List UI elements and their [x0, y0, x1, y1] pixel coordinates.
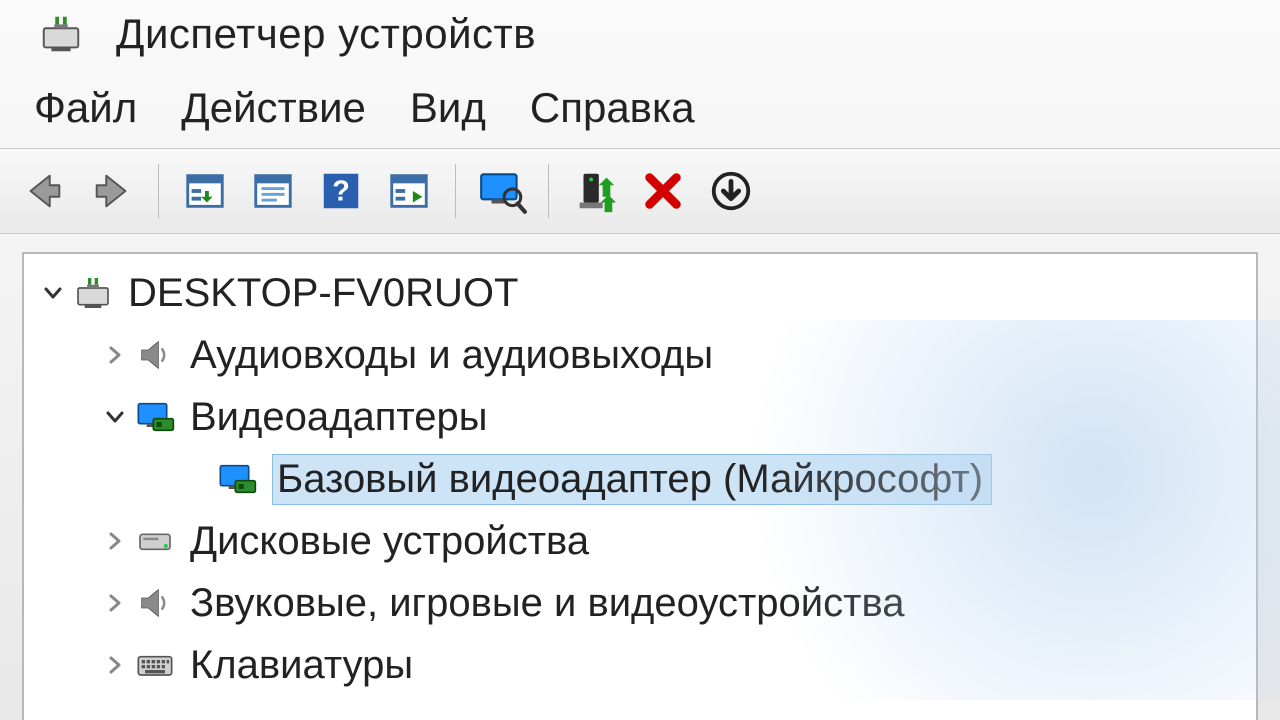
tree-item-label: Клавиатуры	[190, 641, 413, 690]
tree-root[interactable]: DESKTOP-FV0RUOT	[24, 262, 1256, 324]
window-list-icon	[182, 168, 228, 214]
tree-item-keyboards[interactable]: Клавиатуры	[24, 634, 1256, 696]
back-button[interactable]	[14, 161, 74, 221]
display-adapter-icon	[214, 456, 260, 502]
menu-file[interactable]: Файл	[34, 84, 137, 132]
chevron-right-icon[interactable]	[98, 586, 132, 620]
chevron-down-icon[interactable]	[98, 400, 132, 434]
speaker-icon	[132, 332, 178, 378]
toolbar-separator	[455, 164, 456, 218]
properties-icon	[250, 168, 296, 214]
toolbar-separator	[548, 164, 549, 218]
chevron-right-icon[interactable]	[98, 648, 132, 682]
speaker-icon	[132, 580, 178, 626]
device-up-arrow-icon	[572, 168, 618, 214]
tree-item-label: Звуковые, игровые и видеоустройства	[190, 579, 905, 628]
circle-down-arrow-icon	[708, 168, 754, 214]
menu-action[interactable]: Действие	[181, 84, 366, 132]
menu-bar: Файл Действие Вид Справка	[0, 66, 1280, 148]
computer-icon	[38, 11, 84, 57]
tree-item-label: Аудиовходы и аудиовыходы	[190, 331, 713, 380]
properties-button[interactable]	[243, 161, 303, 221]
forward-button[interactable]	[82, 161, 142, 221]
tree-item-sound-video-game[interactable]: Звуковые, игровые и видеоустройства	[24, 572, 1256, 634]
monitor-search-icon	[477, 166, 527, 216]
x-icon	[640, 168, 686, 214]
scan-hardware-button[interactable]	[472, 161, 532, 221]
tree-item-basic-display-adapter[interactable]: Базовый видеоадаптер (Майкрософт)	[24, 448, 1256, 510]
chevron-right-icon[interactable]	[98, 338, 132, 372]
enable-device-button[interactable]	[565, 161, 625, 221]
tree-item-display-adapters[interactable]: Видеоадаптеры	[24, 386, 1256, 448]
arrow-left-icon	[21, 168, 67, 214]
display-adapter-icon	[132, 394, 178, 440]
menu-view[interactable]: Вид	[410, 84, 486, 132]
tree-item-disk-drives[interactable]: Дисковые устройства	[24, 510, 1256, 572]
tree-item-label: Базовый видеоадаптер (Майкрософт)	[272, 454, 992, 505]
menu-help[interactable]: Справка	[530, 84, 695, 132]
svg-text:?: ?	[332, 176, 350, 208]
device-tree: DESKTOP-FV0RUOT Аудиовходы и аудиовыходы	[22, 252, 1258, 720]
keyboard-icon	[132, 642, 178, 688]
show-hidden-button[interactable]	[175, 161, 235, 221]
tree-item-label: Видеоадаптеры	[190, 393, 487, 442]
chevron-down-icon[interactable]	[36, 276, 70, 310]
toolbar: ?	[0, 148, 1280, 234]
help-button[interactable]: ?	[311, 161, 371, 221]
window-play-icon	[386, 168, 432, 214]
disable-device-button[interactable]	[633, 161, 693, 221]
tree-root-label: DESKTOP-FV0RUOT	[128, 269, 518, 318]
tree-item-label: Дисковые устройства	[190, 517, 589, 566]
title-bar: Диспетчер устройств	[0, 0, 1280, 66]
toolbar-separator	[158, 164, 159, 218]
tree-item-audio-io[interactable]: Аудиовходы и аудиовыходы	[24, 324, 1256, 386]
chevron-right-icon[interactable]	[98, 524, 132, 558]
arrow-right-icon	[89, 168, 135, 214]
update-driver-button[interactable]	[379, 161, 439, 221]
help-icon: ?	[318, 168, 364, 214]
disk-drive-icon	[132, 518, 178, 564]
computer-icon	[70, 270, 116, 316]
window-title: Диспетчер устройств	[116, 10, 536, 58]
uninstall-device-button[interactable]	[701, 161, 761, 221]
